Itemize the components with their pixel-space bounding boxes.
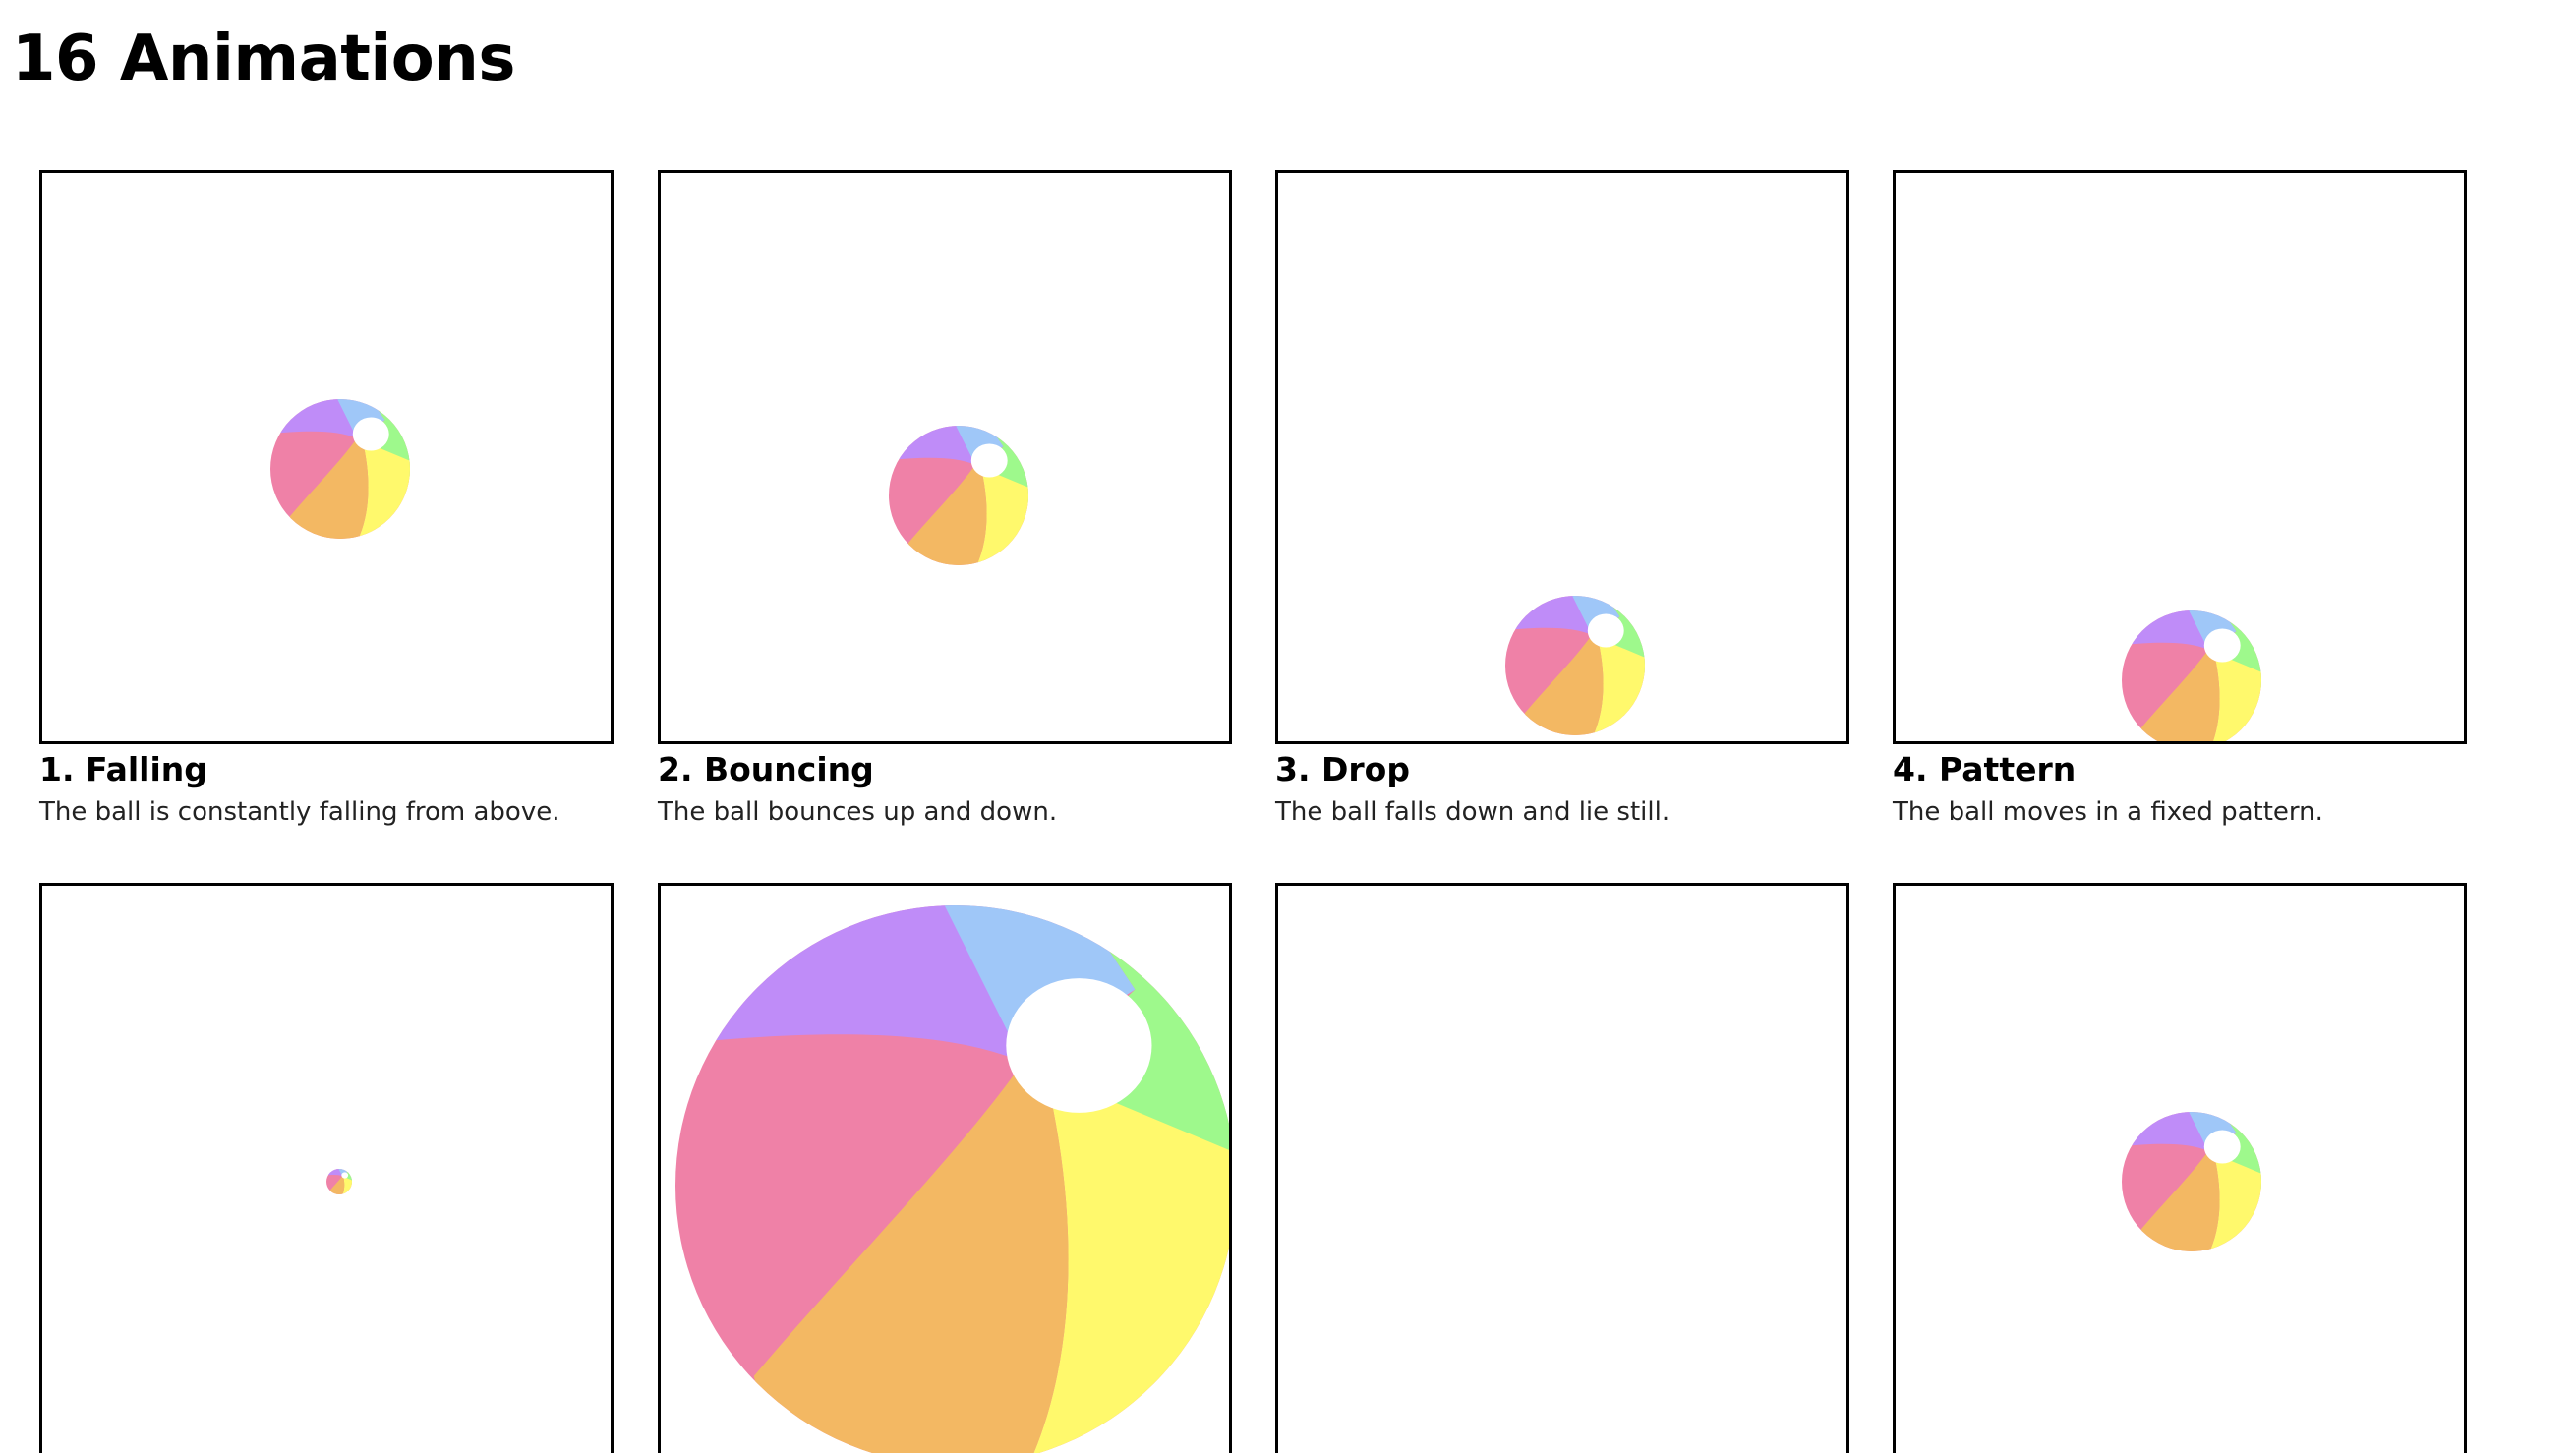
animation-frame xyxy=(1275,883,1849,1453)
animation-frame xyxy=(39,883,614,1453)
beach-ball-icon xyxy=(2122,610,2261,744)
beach-ball-icon xyxy=(270,399,410,539)
animation-frame xyxy=(1893,170,2467,744)
animation-title: 4. Pattern xyxy=(1893,750,2077,788)
beach-ball-icon xyxy=(889,426,1028,565)
page-title: 16 Animations xyxy=(12,23,515,95)
beach-ball-icon xyxy=(675,905,1232,1453)
beach-ball-icon xyxy=(326,1169,352,1194)
animation-description: The ball bounces up and down. xyxy=(658,797,1058,827)
animation-frame xyxy=(39,170,614,744)
beach-ball-icon xyxy=(2122,1112,2261,1251)
animation-title: 3. Drop xyxy=(1275,750,1410,788)
animation-description: The ball moves in a fixed pattern. xyxy=(1893,797,2323,827)
animation-title: 2. Bouncing xyxy=(658,750,874,788)
animation-description: The ball falls down and lie still. xyxy=(1275,797,1670,827)
beach-ball-icon xyxy=(1505,596,1645,735)
animation-frame xyxy=(1893,883,2467,1453)
animation-frame xyxy=(1275,170,1849,744)
animation-description: The ball is constantly falling from abov… xyxy=(39,797,560,827)
animation-frame xyxy=(658,883,1232,1453)
animation-frame xyxy=(658,170,1232,744)
animation-title: 1. Falling xyxy=(39,750,207,788)
